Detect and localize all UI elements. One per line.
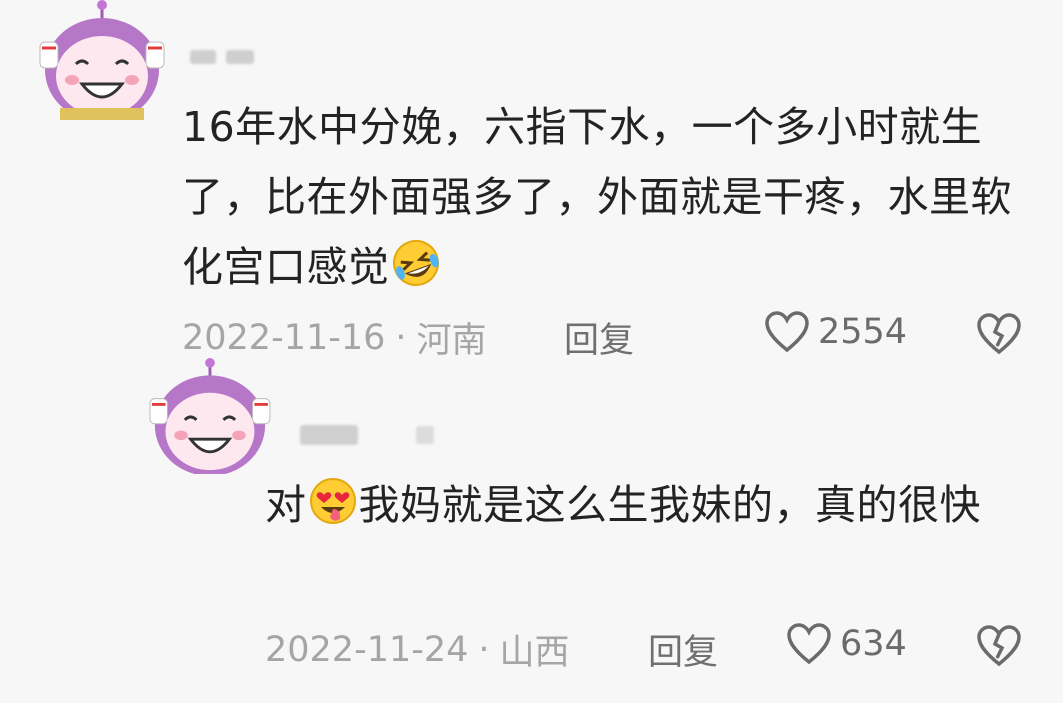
- broken-heart-icon[interactable]: [976, 624, 1022, 668]
- heart-outline-icon: [787, 623, 831, 665]
- meta-separator: ·: [478, 629, 490, 670]
- comment-text-part: 16年水中分娩，六指下水，一个多小时就生了，比在外面强多了，外面就是干疼，水里软…: [182, 103, 1012, 291]
- comment-location: 山西: [499, 633, 570, 673]
- like-count: 2554: [818, 312, 908, 352]
- rofl-emoji: [392, 240, 439, 286]
- broken-heart-icon[interactable]: [976, 312, 1022, 356]
- like-button[interactable]: 634: [786, 622, 907, 666]
- heart-outline-icon: [765, 311, 809, 353]
- avatar[interactable]: [36, 0, 166, 120]
- like-count: 634: [840, 624, 907, 664]
- comment-meta: 2022-11-16 · 河南: [182, 312, 487, 363]
- reply-button[interactable]: 回复: [564, 312, 634, 363]
- comment-date: 2022-11-24: [265, 629, 469, 670]
- heart-eyes-tongue-emoji: [309, 478, 356, 524]
- meta-separator: ·: [395, 317, 407, 358]
- comment-date: 2022-11-16: [182, 317, 386, 358]
- comment-meta: 2022-11-24 · 山西: [265, 624, 570, 675]
- comment-text: 16年水中分娩，六指下水，一个多小时就生了，比在外面强多了，外面就是干疼，水里软…: [182, 92, 1022, 302]
- comment-text-part: 对: [265, 481, 307, 529]
- username[interactable]: [190, 50, 254, 64]
- username[interactable]: [300, 425, 434, 445]
- like-button[interactable]: 2554: [764, 310, 907, 354]
- avatar[interactable]: [146, 358, 272, 474]
- comment-text: 对 我妈就是这么生我妹的，真的很快: [265, 470, 1025, 540]
- reply-button[interactable]: 回复: [648, 624, 718, 675]
- comment-text-part: 我妈就是这么生我妹的，真的很快: [358, 481, 981, 529]
- comment-location: 河南: [416, 321, 487, 361]
